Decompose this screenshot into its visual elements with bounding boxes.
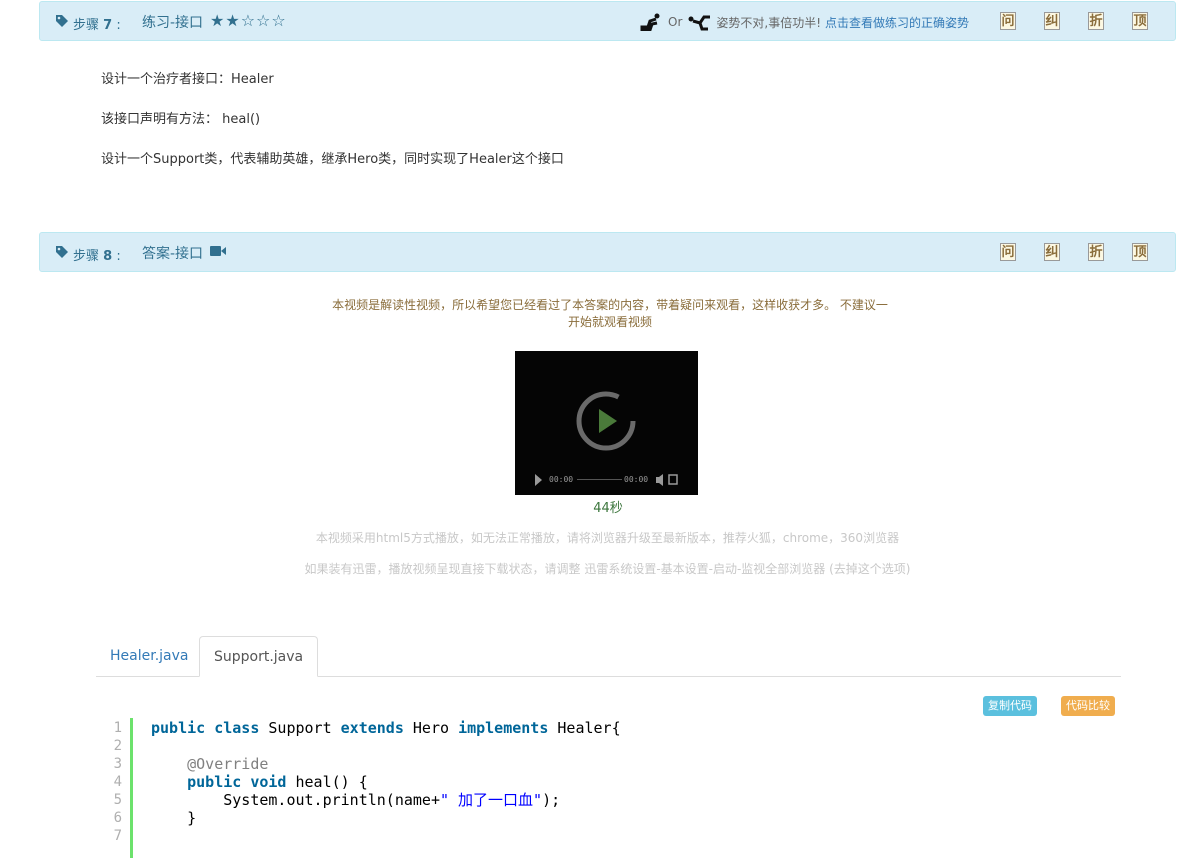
sitting-figure-icon (640, 13, 660, 31)
line-number: 6 (113, 810, 122, 826)
tag-icon (56, 15, 68, 27)
video-notice: 本视频是解读性视频，所以希望您已经看过了本答案的内容，带着疑问来观看，这样收获才… (332, 298, 888, 329)
line-number: 3 (113, 756, 122, 772)
task-line-1: 设计一个治疗者接口：Healer (101, 72, 274, 87)
play-overlay-icon[interactable] (599, 409, 617, 433)
video-tip-thunder: 如果装有迅雷，播放视频呈现直接下载状态，请调整 迅雷系统设置-基本设置-启动-监… (304, 562, 911, 576)
play-icon[interactable] (535, 474, 542, 486)
code-line-6: } (187, 809, 197, 827)
video-player[interactable]: 00:00 00:00 (515, 351, 698, 495)
step7-header[interactable]: 步骤 7 : 练习-接口 ★★☆☆☆ Or 姿势不对,事倍功半! 点击查看做练习… (39, 1, 1176, 41)
line-number: 1 (113, 720, 122, 736)
code-line-4: public void heal() { (187, 773, 368, 791)
top-button[interactable]: 顶 (1132, 12, 1148, 30)
tab-support-java[interactable]: Support.java (199, 636, 319, 677)
tag-icon (56, 246, 68, 258)
line-number: 5 (113, 792, 122, 808)
posture-hint-link[interactable]: 点击查看做练习的正确姿势 (825, 14, 969, 31)
ask-button[interactable]: 问 (1000, 243, 1016, 261)
task-line-2: 该接口声明有方法： heal() (101, 112, 261, 127)
tab-healer-java[interactable]: Healer.java (96, 636, 202, 677)
current-time: 00:00 (549, 475, 574, 484)
posture-hint-text: 姿势不对,事倍功半! (716, 15, 822, 30)
task-line-3: 设计一个Support类，代表辅助英雄，继承Hero类，同时实现了Healer这… (101, 152, 564, 167)
difficulty-stars: ★★☆☆☆ (210, 11, 287, 30)
volume-icon[interactable] (656, 474, 663, 486)
code-line-3: @Override (187, 755, 269, 773)
video-tip-browser: 本视频采用html5方式播放，如无法正常播放，请将浏览器升级至最新版本，推荐火狐… (315, 531, 900, 545)
line-number-gutter: 1 2 3 4 5 6 7 (96, 718, 133, 858)
code-block: 1 2 3 4 5 6 7 public class Support exten… (96, 718, 1121, 858)
report-error-button[interactable]: 纠 (1044, 12, 1060, 30)
line-number: 4 (113, 774, 122, 790)
video-surface (535, 391, 678, 486)
video-camera-icon (210, 246, 226, 256)
code-line-5: System.out.println(name+" 加了一口血"); (223, 791, 561, 809)
collapse-button[interactable]: 折 (1088, 12, 1104, 30)
step8-header[interactable]: 步骤 8 : 答案-接口 问 纠 折 顶 (39, 232, 1176, 272)
line-number: 7 (113, 828, 122, 844)
lying-figure-icon (688, 15, 711, 31)
posture-hint: Or 姿势不对,事倍功半! 点击查看做练习的正确姿势 (638, 13, 969, 31)
video-duration: 44秒 (593, 501, 623, 516)
step7-title: 练习-接口 (142, 15, 204, 31)
line-number: 2 (113, 738, 122, 754)
copy-code-button[interactable]: 复制代码 (983, 696, 1037, 716)
step7-label: 步骤 7 : (73, 18, 121, 33)
step8-label: 步骤 8 : (73, 249, 121, 264)
top-button[interactable]: 顶 (1132, 243, 1148, 261)
fullscreen-icon[interactable] (668, 474, 678, 485)
ask-button[interactable]: 问 (1000, 12, 1016, 30)
code-line-1: public class Support extends Hero implem… (151, 719, 621, 737)
code-tabs: Healer.java Support.java (96, 636, 1121, 677)
compare-code-button[interactable]: 代码比较 (1061, 696, 1115, 716)
or-text: Or (668, 15, 683, 29)
report-error-button[interactable]: 纠 (1044, 243, 1060, 261)
step8-title: 答案-接口 (142, 246, 204, 262)
total-time: 00:00 (624, 475, 649, 484)
seek-bar[interactable] (577, 479, 622, 480)
collapse-button[interactable]: 折 (1088, 243, 1104, 261)
